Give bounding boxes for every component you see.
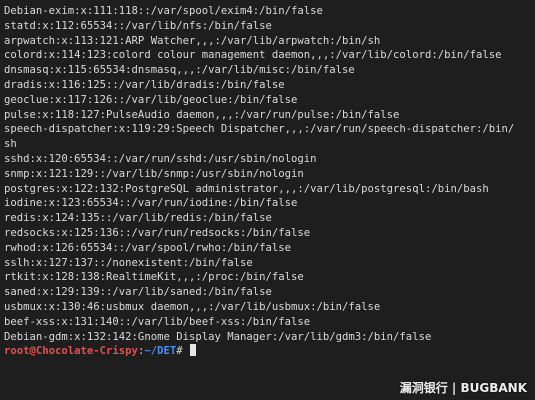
prompt-symbol: # (176, 345, 183, 358)
watermark-logo: 漏洞银行 | BUGBANK (399, 381, 527, 395)
output-line: sh (4, 138, 17, 151)
output-line: redis:x:124:135::/var/lib/redis:/bin/fal… (4, 212, 272, 225)
output-line: colord:x:114:123:colord colour managemen… (4, 49, 502, 62)
prompt-path: ~/DET (144, 345, 177, 358)
terminal-output[interactable]: Debian-exim:x:111:118::/var/spool/exim4:… (4, 4, 531, 359)
output-line: sslh:x:127:137::/nonexistent:/bin/false (4, 256, 253, 269)
output-line: saned:x:129:139::/var/lib/saned:/bin/fal… (4, 286, 272, 299)
output-line: speech-dispatcher:x:119:29:Speech Dispat… (4, 123, 515, 136)
output-line: rwhod:x:126:65534::/var/spool/rwho:/bin/… (4, 241, 292, 254)
output-line: beef-xss:x:131:140::/var/lib/beef-xss:/b… (4, 315, 311, 328)
output-line: Debian-exim:x:111:118::/var/spool/exim4:… (4, 5, 323, 17)
output-line: pulse:x:118:127:PulseAudio daemon,,,:/va… (4, 108, 400, 121)
prompt-user-host: root@Chocolate-Crispy (4, 345, 138, 358)
output-line: statd:x:112:65534::/var/lib/nfs:/bin/fal… (4, 19, 272, 32)
output-line: Debian-gdm:x:132:142:Gnome Display Manag… (4, 330, 432, 343)
output-line: rtkit:x:128:138:RealtimeKit,,,:/proc:/bi… (4, 271, 304, 284)
output-line: dradis:x:116:125::/var/lib/dradis:/bin/f… (4, 78, 285, 91)
text-cursor (190, 344, 196, 357)
output-line: geoclue:x:117:126::/var/lib/geoclue:/bin… (4, 93, 298, 106)
output-line: arpwatch:x:113:121:ARP Watcher,,,:/var/l… (4, 34, 381, 47)
output-line: snmp:x:121:129::/var/lib/snmp:/usr/sbin/… (4, 167, 304, 180)
prompt-line[interactable]: root@Chocolate-Crispy:~/DET# (4, 344, 531, 359)
output-line: redsocks:x:125:136::/var/run/redsocks:/b… (4, 226, 311, 239)
output-line: usbmux:x:130:46:usbmux daemon,,,:/var/li… (4, 300, 381, 313)
output-line: dnsmasq:x:115:65534:dnsmasq,,,:/var/lib/… (4, 64, 355, 77)
output-line: iodine:x:123:65534::/var/run/iodine:/bin… (4, 197, 298, 210)
output-line: postgres:x:122:132:PostgreSQL administra… (4, 182, 489, 195)
output-line: sshd:x:120:65534::/var/run/sshd:/usr/sbi… (4, 152, 317, 165)
